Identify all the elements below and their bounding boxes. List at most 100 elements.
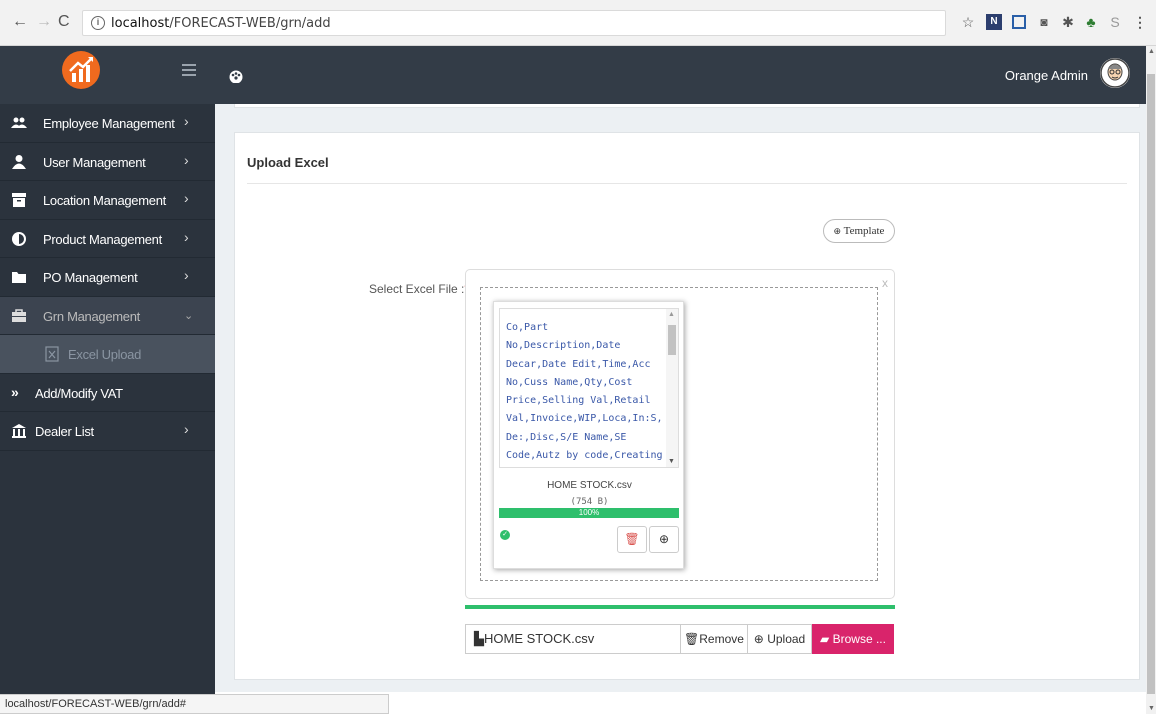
- folder-open-icon: ▰: [820, 632, 830, 646]
- delete-file-button[interactable]: 🗑: [617, 526, 647, 553]
- camera-icon[interactable]: ◙: [1036, 14, 1052, 30]
- scroll-down-icon[interactable]: ▼: [1148, 705, 1155, 712]
- info-circle-icon[interactable]: i: [91, 16, 105, 30]
- chevron-right-icon: ›: [184, 267, 189, 283]
- upload-progress-bar: [465, 605, 895, 609]
- extension-s-icon[interactable]: S: [1107, 14, 1123, 30]
- zoom-file-button[interactable]: ⊕: [649, 526, 679, 553]
- progress-bar: 100%: [499, 508, 679, 518]
- file-caption-text: HOME STOCK.csv: [484, 631, 595, 646]
- sidebar-item-label: Product Management: [43, 231, 162, 247]
- scroll-up-icon[interactable]: ▲: [1148, 48, 1155, 55]
- sidebar-item-grn-management[interactable]: Grn Management ⌄: [0, 296, 215, 335]
- logo[interactable]: [62, 51, 100, 89]
- folder-icon: [12, 272, 26, 283]
- back-arrow-icon[interactable]: ←: [12, 14, 28, 30]
- chevron-right-icon: ›: [184, 113, 189, 129]
- palette-icon[interactable]: [227, 69, 245, 83]
- double-chevron-icon: »: [11, 383, 19, 400]
- preview-scrollbar[interactable]: ▲ ▼: [666, 309, 678, 467]
- chevron-right-icon: ›: [184, 421, 189, 437]
- address-bar[interactable]: i localhost/FORECAST-WEB/grn/add: [82, 10, 946, 36]
- archive-icon: [12, 193, 26, 207]
- upload-label: Upload: [767, 632, 806, 646]
- logo-area: [0, 46, 215, 104]
- file-preview[interactable]: Co,Part No,Description,Date Decar,Date E…: [499, 308, 679, 468]
- template-button-label: Template: [843, 225, 885, 237]
- user-name[interactable]: Orange Admin: [1005, 68, 1088, 83]
- divider: [247, 183, 1127, 184]
- user-icon: [12, 154, 26, 169]
- sidebar-item-employee-management[interactable]: Employee Management ›: [0, 104, 215, 143]
- sidebar-item-po-management[interactable]: PO Management ›: [0, 258, 215, 297]
- file-icon: ▙: [474, 631, 484, 646]
- chevron-down-icon: ⌄: [184, 309, 194, 322]
- main-content: Upload Excel ⊕ Template Select Excel Fil…: [215, 104, 1146, 692]
- close-icon[interactable]: x: [882, 276, 888, 290]
- sidebar-item-user-management[interactable]: User Management ›: [0, 143, 215, 181]
- download-circle-icon: ⊕: [833, 226, 842, 236]
- remove-label: Remove: [699, 632, 744, 646]
- progress-label: 100%: [578, 508, 600, 517]
- hamburger-icon[interactable]: [182, 64, 196, 79]
- browse-label: Browse ...: [832, 632, 886, 646]
- file-caption[interactable]: ▙HOME STOCK.csv: [465, 624, 681, 654]
- panel-title: Upload Excel: [247, 155, 329, 170]
- chevron-right-icon: ›: [184, 190, 189, 206]
- url-text: localhost/FORECAST-WEB/grn/add: [111, 16, 331, 31]
- trash-icon: 🗑: [684, 632, 700, 646]
- sidebar-item-label: Add/Modify VAT: [35, 385, 123, 401]
- sidebar-item-excel-upload[interactable]: Excel Upload: [0, 335, 215, 374]
- remove-button[interactable]: 🗑Remove: [680, 624, 748, 654]
- file-drop-zone[interactable]: x Co,Part No,Description,Date Decar,Date…: [465, 269, 895, 599]
- bank-icon: [12, 424, 26, 438]
- reload-icon[interactable]: C: [58, 14, 70, 30]
- file-size: (754 B): [570, 497, 609, 507]
- preview-text: Co,Part No,Description,Date Decar,Date E…: [506, 322, 663, 462]
- file-input-group: ▙HOME STOCK.csv 🗑Remove ⊕ Upload ▰ Brows…: [465, 624, 894, 654]
- sidebar-item-dealer-list[interactable]: Dealer List ›: [0, 412, 215, 451]
- chevron-right-icon: ›: [184, 228, 189, 245]
- contrast-icon: [12, 231, 26, 246]
- browser-toolbar: ← → C i localhost/FORECAST-WEB/grn/add ☆…: [0, 0, 1156, 46]
- upload-circle-icon: ⊕: [753, 632, 764, 646]
- field-label: Select Excel File :*: [369, 282, 469, 296]
- status-bar: localhost/FORECAST-WEB/grn/add#: [0, 694, 389, 714]
- sidebar-item-label: Grn Management: [43, 308, 140, 324]
- excel-file-icon: [45, 346, 59, 362]
- template-button[interactable]: ⊕ Template: [823, 219, 895, 243]
- upload-panel: Upload Excel ⊕ Template Select Excel Fil…: [234, 132, 1140, 680]
- zoom-in-icon: ⊕: [658, 532, 670, 546]
- browse-button[interactable]: ▰ Browse ...: [812, 624, 894, 654]
- sidebar-item-product-management[interactable]: Product Management ›: [0, 220, 215, 258]
- sidebar-item-label: Excel Upload: [68, 347, 141, 362]
- page-scrollbar[interactable]: ▲ ▼: [1146, 46, 1156, 714]
- puzzle-icon[interactable]: ♣: [1083, 14, 1099, 30]
- extension-doc-icon[interactable]: [1012, 15, 1026, 29]
- sidebar: Employee Management › User Management › …: [0, 104, 215, 694]
- sidebar-item-location-management[interactable]: Location Management ›: [0, 181, 215, 220]
- extension-n-icon[interactable]: N: [986, 14, 1002, 30]
- upload-button[interactable]: ⊕ Upload: [747, 624, 812, 654]
- scroll-up-icon[interactable]: ▲: [668, 311, 675, 318]
- check-circle-icon: ✓: [500, 530, 510, 540]
- file-name: HOME STOCK.csv: [547, 480, 632, 491]
- file-thumbnail: Co,Part No,Description,Date Decar,Date E…: [493, 301, 684, 569]
- forward-arrow-icon[interactable]: →: [36, 14, 52, 30]
- star-icon[interactable]: ☆: [960, 14, 976, 30]
- sidebar-item-label: Employee Management: [43, 116, 175, 131]
- more-vert-icon[interactable]: ⋮: [1132, 14, 1148, 30]
- briefcase-icon: [12, 308, 26, 322]
- users-icon: [11, 117, 27, 128]
- sidebar-item-add-modify-vat[interactable]: » Add/Modify VAT: [0, 374, 215, 412]
- sidebar-item-label: Dealer List: [35, 424, 94, 439]
- trash-icon: 🗑: [624, 532, 640, 546]
- scroll-down-icon[interactable]: ▼: [668, 458, 675, 465]
- sidebar-item-label: PO Management: [43, 270, 138, 285]
- scrollbar-thumb[interactable]: [1147, 74, 1155, 694]
- sidebar-item-label: User Management: [43, 154, 146, 170]
- extension-spark-icon[interactable]: ✱: [1060, 14, 1076, 30]
- panel-top: [234, 104, 1140, 108]
- avatar[interactable]: [1100, 58, 1130, 88]
- chevron-right-icon: ›: [184, 151, 189, 168]
